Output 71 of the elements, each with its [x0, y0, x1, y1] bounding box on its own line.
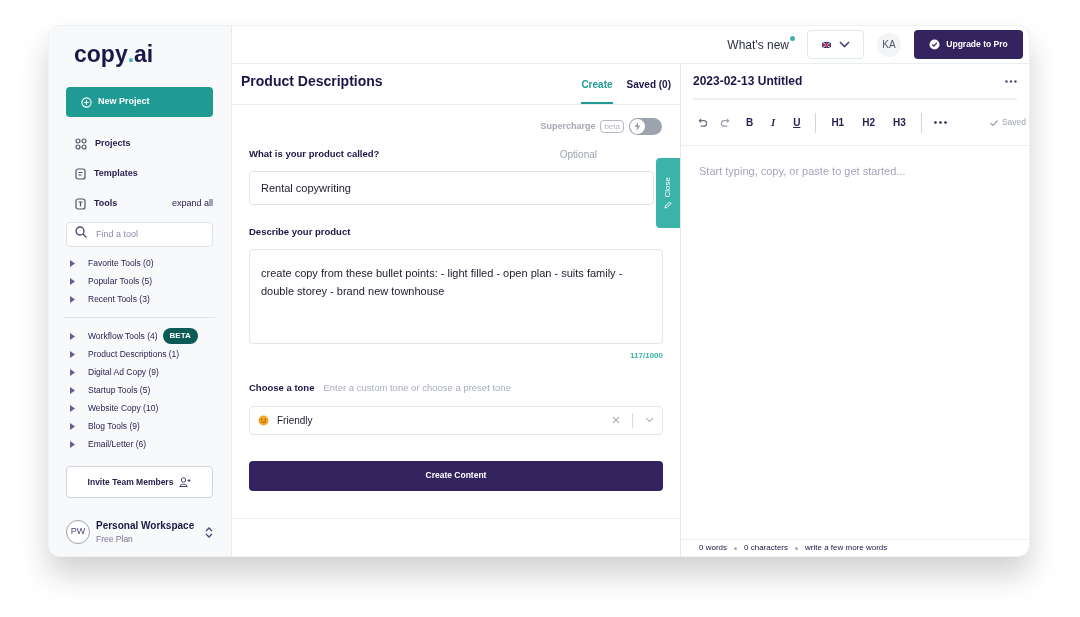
format-button[interactable]: H1: [828, 115, 848, 130]
tone-value: Friendly: [277, 413, 313, 428]
workspace-name: Personal Workspace: [96, 519, 195, 534]
format-button[interactable]: I: [768, 115, 779, 130]
grid-icon: [75, 138, 87, 150]
tool-group-item[interactable]: Workflow Tools (4): [88, 329, 158, 343]
format-button[interactable]: B: [743, 115, 757, 130]
character-counter: 117/1000: [630, 350, 663, 363]
tool-group-item[interactable]: Product Descriptions (1): [88, 347, 180, 361]
tool-group-item[interactable]: Blog Tools (9): [88, 419, 140, 433]
language-dropdown[interactable]: [807, 30, 864, 59]
tab[interactable]: Saved (0): [626, 77, 671, 104]
badge-check-icon: [929, 39, 941, 50]
format-button[interactable]: U: [790, 115, 804, 130]
tool-group-item[interactable]: Website Copy (10): [88, 401, 159, 415]
editor-stat: write a few more words: [805, 542, 888, 554]
search-field[interactable]: Find a tool: [66, 221, 213, 247]
search-icon: [75, 226, 87, 238]
tab[interactable]: Create: [581, 77, 613, 104]
optional-hint: Optional: [559, 148, 597, 162]
field-label: Describe your product: [249, 225, 352, 239]
upgrade-button[interactable]: Upgrade to Pro: [914, 30, 1023, 59]
tool-box-icon: [75, 198, 86, 210]
more-icon[interactable]: [933, 121, 947, 124]
workspace-plan: Free Plan: [96, 533, 134, 546]
logo: copy.ai: [74, 40, 155, 68]
product-name-field[interactable]: Rental copywriting: [249, 171, 654, 205]
panel-title: Product Descriptions: [241, 72, 383, 91]
document-icon: [75, 168, 86, 180]
format-button[interactable]: H2: [859, 115, 878, 130]
flag-icon: [821, 41, 831, 48]
nav-item[interactable]: Projects: [95, 137, 131, 151]
create-content-button[interactable]: Create Content: [249, 460, 663, 491]
chevron-down-icon: [838, 41, 850, 48]
editor-stat: 0 characters: [744, 542, 789, 554]
tool-group-item[interactable]: Digital Ad Copy (9): [88, 365, 159, 379]
check-icon: [989, 119, 998, 126]
beta-badge: BETA: [162, 328, 198, 344]
user-avatar[interactable]: KA: [877, 32, 901, 57]
tool-group-item[interactable]: Email/Letter (6): [88, 437, 147, 451]
invite-team-button[interactable]: Invite Team Members: [66, 466, 213, 498]
tool-group-item[interactable]: Startup Tools (5): [88, 383, 151, 397]
plus-circle-icon: [81, 96, 92, 108]
tone-hint: Enter a custom tone or choose a preset tone: [323, 381, 511, 396]
tool-group-item[interactable]: Favorite Tools (0): [88, 256, 154, 270]
document-title: 2023-02-13 Untitled: [693, 73, 803, 90]
saved-status: Saved: [1001, 116, 1026, 129]
format-button[interactable]: H3: [889, 115, 909, 130]
smiley-icon: [258, 414, 269, 426]
field-label: What is your product called?: [249, 147, 380, 162]
beta-tag: beta: [600, 120, 624, 133]
lightning-icon: [634, 122, 641, 131]
nav-item[interactable]: Templates: [94, 167, 138, 181]
editor-stat: 0 words: [699, 542, 727, 554]
tool-group-item[interactable]: Popular Tools (5): [88, 274, 153, 288]
supercharge-label: Supercharge: [540, 119, 596, 133]
undo-icon[interactable]: [697, 117, 708, 128]
tool-group-item[interactable]: Recent Tools (3): [88, 292, 150, 306]
description-field[interactable]: create copy from these bullet points: - light filled - open plan - suits family - double storey - brand new townhouse: [249, 249, 663, 345]
add-user-icon: [179, 477, 192, 487]
whats-new-link[interactable]: What's new: [727, 35, 789, 54]
redo-icon[interactable]: [720, 117, 731, 128]
nav-item[interactable]: Tools: [94, 197, 118, 211]
chevron-up-down-icon[interactable]: [205, 525, 213, 539]
workspace-avatar: PW: [66, 520, 90, 545]
more-icon[interactable]: [1005, 79, 1017, 83]
close-label: Close: [662, 176, 673, 198]
pencil-icon: [664, 201, 672, 210]
field-label: Choose a tone: [249, 381, 315, 396]
supercharge-toggle[interactable]: [629, 118, 662, 135]
expand-all-link[interactable]: expand all: [171, 197, 213, 211]
